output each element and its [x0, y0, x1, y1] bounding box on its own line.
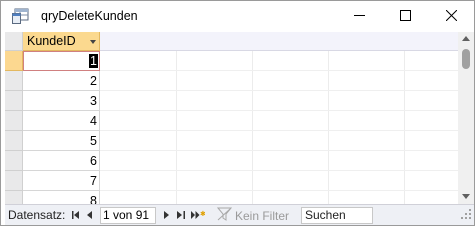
search-input[interactable]: Suchen: [301, 207, 373, 224]
current-record-field[interactable]: 1 von 91: [100, 207, 156, 224]
scrollbar-thumb[interactable]: [462, 49, 470, 69]
header-empty-area: [100, 32, 458, 51]
title-bar[interactable]: qryDeleteKunden: [1, 1, 474, 32]
no-filter-button[interactable]: Kein Filter: [216, 207, 299, 224]
last-record-icon[interactable]: [174, 207, 188, 223]
column-header-kundeid[interactable]: KundeID: [23, 32, 100, 51]
table-row[interactable]: 6: [5, 151, 458, 171]
no-filter-label: Kein Filter: [235, 208, 290, 223]
kundeid-cell[interactable]: 7: [23, 171, 100, 191]
kundeid-cell[interactable]: 2: [23, 71, 100, 91]
new-record-icon[interactable]: ✱: [190, 207, 206, 223]
size-grip-icon[interactable]: [460, 208, 472, 220]
kundeid-cell[interactable]: 1: [23, 51, 100, 71]
record-selector[interactable]: [5, 91, 23, 111]
query-icon: [12, 8, 29, 24]
kundeid-cell[interactable]: 8: [23, 191, 100, 204]
sort-filter-dropdown-icon[interactable]: [90, 40, 96, 44]
close-button[interactable]: [428, 1, 474, 32]
row-empty-area: [100, 51, 458, 71]
kundeid-cell[interactable]: 3: [23, 91, 100, 111]
maximize-icon: [399, 9, 411, 24]
previous-record-icon[interactable]: [83, 207, 97, 223]
record-selector[interactable]: [5, 191, 23, 204]
kundeid-cell[interactable]: 5: [23, 131, 100, 151]
query-window: qryDeleteKunden KundeID 1 2 3 4 5 6 7 8 …: [0, 0, 475, 226]
svg-text:✱: ✱: [200, 210, 205, 218]
maximize-button[interactable]: [382, 1, 428, 32]
minimize-icon: [353, 10, 365, 24]
minimize-button[interactable]: [336, 1, 382, 32]
filter-icon: [216, 207, 235, 224]
row-empty-area: [100, 131, 458, 151]
row-empty-area: [100, 171, 458, 191]
row-empty-area: [100, 71, 458, 91]
row-empty-area: [100, 151, 458, 171]
datasheet-grid: KundeID 1 2 3 4 5 6 7 8: [5, 32, 458, 204]
scroll-down-icon[interactable]: [462, 194, 470, 199]
kundeid-cell[interactable]: 4: [23, 111, 100, 131]
record-selector[interactable]: [5, 111, 23, 131]
record-selector[interactable]: [5, 151, 23, 171]
record-selector[interactable]: [5, 71, 23, 91]
table-row[interactable]: 5: [5, 131, 458, 151]
record-selector[interactable]: [5, 51, 23, 71]
table-row[interactable]: 1: [5, 51, 458, 71]
table-row[interactable]: 7: [5, 171, 458, 191]
table-row[interactable]: 4: [5, 111, 458, 131]
record-label: Datensatz:: [8, 208, 66, 222]
table-row[interactable]: 2: [5, 71, 458, 91]
column-header-label: KundeID: [27, 34, 76, 48]
record-selector[interactable]: [5, 171, 23, 191]
row-empty-area: [100, 91, 458, 111]
table-row[interactable]: 3: [5, 91, 458, 111]
row-empty-area: [100, 191, 458, 204]
vertical-scrollbar[interactable]: [458, 32, 474, 204]
close-icon: [445, 9, 457, 24]
window-title: qryDeleteKunden: [41, 9, 138, 23]
table-row[interactable]: 8: [5, 191, 458, 204]
record-navigation-bar: Datensatz: 1 von 91 ✱ Kein Filter Suchen: [5, 204, 474, 225]
first-record-icon[interactable]: [69, 207, 83, 223]
kundeid-cell[interactable]: 6: [23, 151, 100, 171]
record-selector[interactable]: [5, 131, 23, 151]
select-all-corner[interactable]: [5, 32, 23, 51]
row-empty-area: [100, 111, 458, 131]
next-record-icon[interactable]: [160, 207, 174, 223]
scroll-up-icon[interactable]: [462, 36, 470, 41]
